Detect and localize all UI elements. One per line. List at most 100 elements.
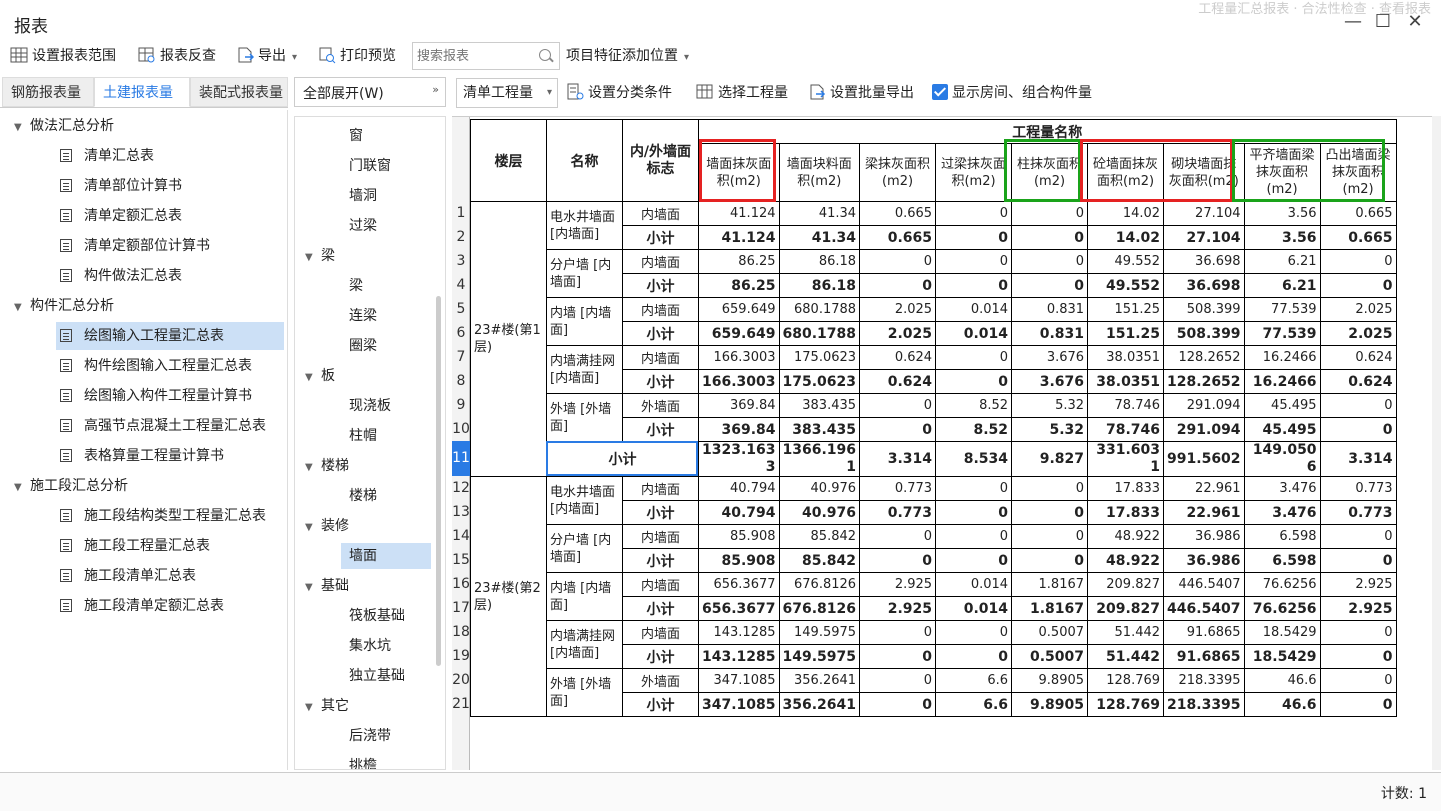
subtotal-label-cell[interactable]: 小计 <box>622 225 699 250</box>
quantity-cell[interactable]: 0 <box>935 500 1013 525</box>
row-number[interactable]: 10 <box>452 417 470 441</box>
quantity-cell[interactable]: 2.025 <box>1319 297 1397 322</box>
quantity-cell[interactable]: 151.25 <box>1087 321 1165 346</box>
export-button[interactable]: 导出 ▾ <box>236 44 297 68</box>
tree-item[interactable]: 表格算量工程量计算书 <box>56 442 224 470</box>
total-label-cell[interactable]: 小计 <box>546 441 699 477</box>
row-number[interactable]: 11 <box>452 441 470 476</box>
quantity-cell[interactable]: 1.8167 <box>1011 596 1089 621</box>
wall-flag-cell[interactable]: 内墙面 <box>622 297 699 322</box>
floor-total-row[interactable]: 小计 1323.1633 1366.1961 3.314 8.534 9.827 331.6… <box>471 441 1397 477</box>
row-number[interactable]: 8 <box>452 369 470 393</box>
subtotal-label-cell[interactable]: 小计 <box>622 692 699 717</box>
quantity-cell[interactable]: 291.094 <box>1163 393 1245 418</box>
component-item[interactable]: 集水坑 <box>349 633 391 659</box>
tree-item[interactable]: 绘图输入构件工程量计算书 <box>56 382 252 410</box>
report-check-button[interactable]: 报表反查 <box>138 44 216 68</box>
quantity-cell[interactable]: 0 <box>859 393 937 418</box>
quantity-cell[interactable]: 166.3003 <box>698 345 780 370</box>
quantity-cell[interactable]: 2.025 <box>859 297 937 322</box>
quantity-cell[interactable]: 9.8905 <box>1011 692 1089 717</box>
quantity-cell[interactable]: 41.124 <box>698 225 780 250</box>
maximize-button[interactable]: ☐ <box>1369 10 1397 34</box>
quantity-cell[interactable]: 676.8126 <box>778 596 861 621</box>
quantity-cell[interactable]: 0 <box>1011 225 1089 250</box>
quantity-cell[interactable]: 369.84 <box>698 417 780 442</box>
quantity-cell[interactable]: 3.314 <box>859 441 937 477</box>
quantity-cell[interactable]: 40.794 <box>698 500 780 525</box>
column-header[interactable]: 平齐墙面梁抹灰面积(m2) <box>1243 143 1321 202</box>
subtotal-label-cell[interactable]: 小计 <box>622 369 699 394</box>
data-row[interactable]: 内墙 [内墙面] 内墙面 659.649 680.1788 2.025 0.014 0.83… <box>471 297 1397 346</box>
quantity-cell[interactable]: 680.1788 <box>778 297 861 322</box>
quantity-cell[interactable]: 0.665 <box>859 201 937 226</box>
quantity-cell[interactable]: 166.3003 <box>698 369 780 394</box>
column-header[interactable]: 柱抹灰面积(m2) <box>1011 143 1089 202</box>
quantity-cell[interactable]: 680.1788 <box>778 321 861 346</box>
quantity-cell[interactable]: 0.831 <box>1011 321 1089 346</box>
quantity-cell[interactable]: 51.442 <box>1087 620 1165 645</box>
component-group[interactable]: ▼ 基础 <box>305 573 349 599</box>
row-number[interactable]: 9 <box>452 393 470 417</box>
row-number[interactable]: 7 <box>452 345 470 369</box>
subtotal-label-cell[interactable]: 小计 <box>622 273 699 298</box>
component-item[interactable]: 筏板基础 <box>349 603 405 629</box>
row-number[interactable]: 4 <box>452 273 470 297</box>
quantity-cell[interactable]: 0 <box>1319 417 1397 442</box>
quantity-cell[interactable]: 383.435 <box>778 393 861 418</box>
row-number[interactable]: 2 <box>452 225 470 249</box>
quantity-cell[interactable]: 0 <box>859 417 937 442</box>
double-chevron-right-icon[interactable]: » <box>432 83 439 96</box>
quantity-cell[interactable]: 86.25 <box>698 249 780 274</box>
expand-caret-icon[interactable]: ▼ <box>14 474 24 502</box>
quantity-cell[interactable]: 143.1285 <box>698 620 780 645</box>
tab-civil-report[interactable]: 土建报表量 <box>94 77 190 107</box>
quantity-cell[interactable]: 8.52 <box>935 393 1013 418</box>
tree-item[interactable]: 清单定额部位计算书 <box>56 232 210 260</box>
data-row[interactable]: 内墙满挂网[内墙面] 内墙面 143.1285 149.5975 0 0 0.5007 51.… <box>471 620 1397 669</box>
quantity-cell[interactable]: 0.014 <box>935 572 1013 597</box>
quantity-cell[interactable]: 0 <box>859 273 937 298</box>
quantity-cell[interactable]: 38.0351 <box>1087 345 1165 370</box>
component-item[interactable]: 连梁 <box>349 303 377 329</box>
quantity-cell[interactable]: 0 <box>859 249 937 274</box>
component-group[interactable]: ▼ 梁 <box>305 243 335 269</box>
tree-item[interactable]: 施工段清单汇总表 <box>56 562 196 590</box>
quantity-cell[interactable]: 356.2641 <box>778 668 861 693</box>
row-number[interactable]: 12 <box>452 476 470 500</box>
component-item[interactable]: 柱帽 <box>349 423 377 449</box>
quantity-cell[interactable]: 0 <box>1319 249 1397 274</box>
quantity-cell[interactable]: 36.986 <box>1163 524 1245 549</box>
quantity-cell[interactable]: 18.5429 <box>1243 620 1321 645</box>
tree-item[interactable]: 施工段清单定额汇总表 <box>56 592 224 620</box>
wall-flag-cell[interactable]: 内墙面 <box>622 572 699 597</box>
expand-caret-icon[interactable]: ▼ <box>305 365 315 391</box>
quantity-cell[interactable]: 40.794 <box>698 476 780 501</box>
row-number[interactable]: 3 <box>452 249 470 273</box>
expand-caret-icon[interactable]: ▼ <box>14 114 24 142</box>
component-name-cell[interactable]: 内墙 [内墙面] <box>546 572 623 621</box>
quantity-cell[interactable]: 2.925 <box>1319 572 1397 597</box>
quantity-cell[interactable]: 0 <box>1319 548 1397 573</box>
quantity-cell[interactable]: 17.833 <box>1087 500 1165 525</box>
show-room-checkbox[interactable]: 显示房间、组合构件量 <box>932 81 1092 105</box>
quantity-cell[interactable]: 0 <box>859 620 937 645</box>
quantity-cell[interactable]: 2.925 <box>859 596 937 621</box>
quantity-cell[interactable]: 508.399 <box>1163 297 1245 322</box>
quantity-cell[interactable]: 0.014 <box>935 321 1013 346</box>
quantity-cell[interactable]: 383.435 <box>778 417 861 442</box>
quantity-cell[interactable]: 0.831 <box>1011 297 1089 322</box>
quantity-cell[interactable]: 0.014 <box>935 596 1013 621</box>
row-number[interactable]: 13 <box>452 500 470 524</box>
quantity-cell[interactable]: 0.624 <box>1319 369 1397 394</box>
quantity-cell[interactable]: 0 <box>1011 273 1089 298</box>
row-number[interactable]: 16 <box>452 572 470 596</box>
component-name-cell[interactable]: 内墙满挂网[内墙面] <box>546 620 623 669</box>
quantity-cell[interactable]: 85.842 <box>778 524 861 549</box>
quantity-cell[interactable]: 656.3677 <box>698 572 780 597</box>
row-number[interactable]: 20 <box>452 668 470 692</box>
quantity-cell[interactable]: 36.986 <box>1163 548 1245 573</box>
quantity-cell[interactable]: 149.0506 <box>1243 441 1321 477</box>
quantity-cell[interactable]: 676.8126 <box>778 572 861 597</box>
component-item[interactable]: 墙洞 <box>349 183 377 209</box>
